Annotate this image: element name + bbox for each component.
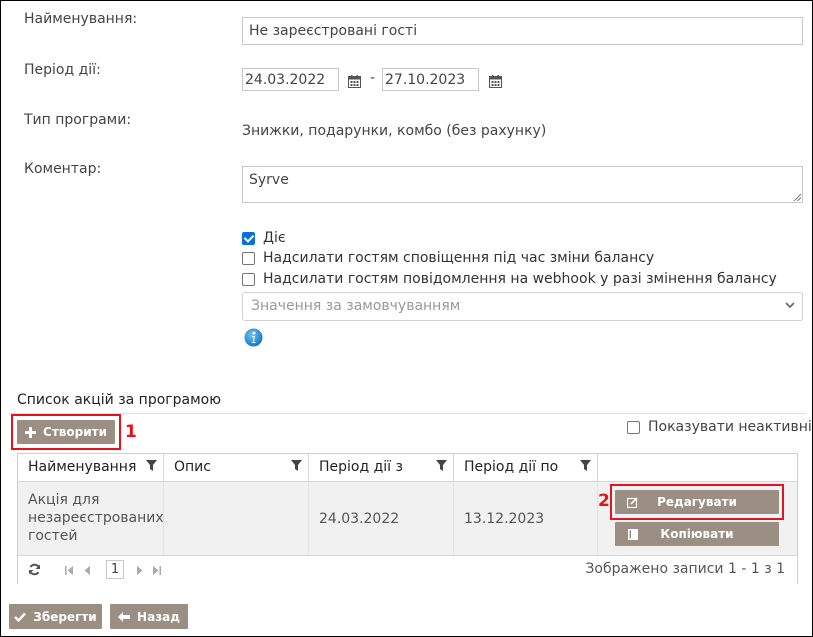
program-type-label: Тип програми: — [24, 112, 132, 128]
select-placeholder: Значення за замовчуванням — [251, 298, 461, 314]
copy-button[interactable]: Копіювати — [615, 522, 779, 546]
balance-notify-checkbox[interactable] — [242, 251, 255, 265]
column-header-name[interactable]: Найменування — [18, 454, 164, 482]
table-cell-period-from: 24.03.2022 — [309, 482, 454, 555]
show-inactive-checkbox[interactable] — [627, 420, 640, 434]
date-to-input[interactable] — [382, 68, 479, 91]
resize-handle-icon[interactable] — [793, 193, 802, 202]
comment-label: Коментар: — [24, 161, 102, 177]
name-input[interactable] — [242, 17, 803, 45]
column-header-period-from[interactable]: Період дії з — [309, 454, 454, 482]
refresh-icon[interactable] — [28, 563, 41, 576]
marker-2: 2 — [598, 491, 610, 511]
table-cell-name: Акція для незареєстрованих гостей — [18, 482, 164, 555]
balance-notify-label: Надсилати гостям сповіщення під час змін… — [263, 250, 655, 266]
save-button[interactable]: Зберегти — [9, 604, 102, 629]
program-type-value: Знижки, подарунки, комбо (без рахунку) — [242, 123, 547, 139]
actions-list-title: Список акцій за програмою — [17, 392, 222, 408]
save-button-label: Зберегти — [33, 609, 97, 624]
calendar-icon[interactable] — [348, 73, 361, 92]
chevron-down-icon — [785, 302, 795, 309]
arrow-left-icon — [118, 611, 131, 622]
webhook-notify-label: Надсилати гостям повідомлення на webhook… — [263, 271, 777, 287]
filter-icon[interactable] — [146, 460, 157, 471]
show-inactive-row[interactable]: Показувати неактивні — [627, 419, 812, 435]
column-header-period-to[interactable]: Період дії по — [454, 454, 598, 482]
date-separator: - — [370, 70, 376, 86]
active-checkbox-label: Діє — [263, 230, 286, 246]
active-checkbox[interactable] — [242, 231, 255, 245]
first-page-icon[interactable] — [65, 566, 74, 575]
name-label: Найменування: — [24, 11, 138, 27]
checkmark-icon — [14, 612, 27, 622]
period-label: Період дії: — [24, 62, 101, 78]
comment-textarea[interactable]: Syrve — [242, 166, 803, 203]
last-page-icon[interactable] — [152, 566, 161, 575]
active-checkbox-row[interactable]: Діє — [242, 230, 286, 246]
filter-icon[interactable] — [436, 460, 447, 471]
webhook-notify-checkbox-row[interactable]: Надсилати гостям повідомлення на webhook… — [242, 271, 777, 287]
table-pager: 1 Зображено записи 1 - 1 з 1 — [18, 555, 797, 584]
back-button-label: Назад — [137, 609, 180, 624]
records-summary: Зображено записи 1 - 1 з 1 — [585, 561, 785, 577]
default-value-select[interactable]: Значення за замовчуванням — [242, 292, 803, 321]
column-header-description[interactable]: Опис — [164, 454, 309, 482]
copy-button-label: Копіювати — [660, 527, 734, 541]
table-cell-description — [164, 482, 309, 555]
back-button[interactable]: Назад — [110, 604, 188, 629]
info-icon[interactable] — [244, 328, 263, 347]
column-header-actions — [598, 454, 797, 482]
show-inactive-label: Показувати неактивні — [648, 419, 812, 435]
filter-icon[interactable] — [291, 460, 302, 471]
page-number-input[interactable]: 1 — [106, 560, 124, 579]
webhook-notify-checkbox[interactable] — [242, 272, 255, 286]
highlight-box-1 — [11, 414, 121, 450]
calendar-icon[interactable] — [489, 73, 502, 92]
highlight-box-2 — [610, 484, 784, 520]
program-form-panel: Найменування: Період дії: - Тип програми… — [0, 0, 813, 637]
prev-page-icon[interactable] — [84, 566, 91, 575]
copy-icon — [628, 528, 638, 540]
divider — [9, 413, 806, 414]
date-from-input[interactable] — [242, 68, 339, 91]
filter-icon[interactable] — [580, 460, 591, 471]
table-cell-period-to: 13.12.2023 — [454, 482, 598, 555]
next-page-icon[interactable] — [136, 566, 143, 575]
marker-1: 1 — [125, 422, 137, 442]
balance-notify-checkbox-row[interactable]: Надсилати гостям сповіщення під час змін… — [242, 250, 654, 266]
